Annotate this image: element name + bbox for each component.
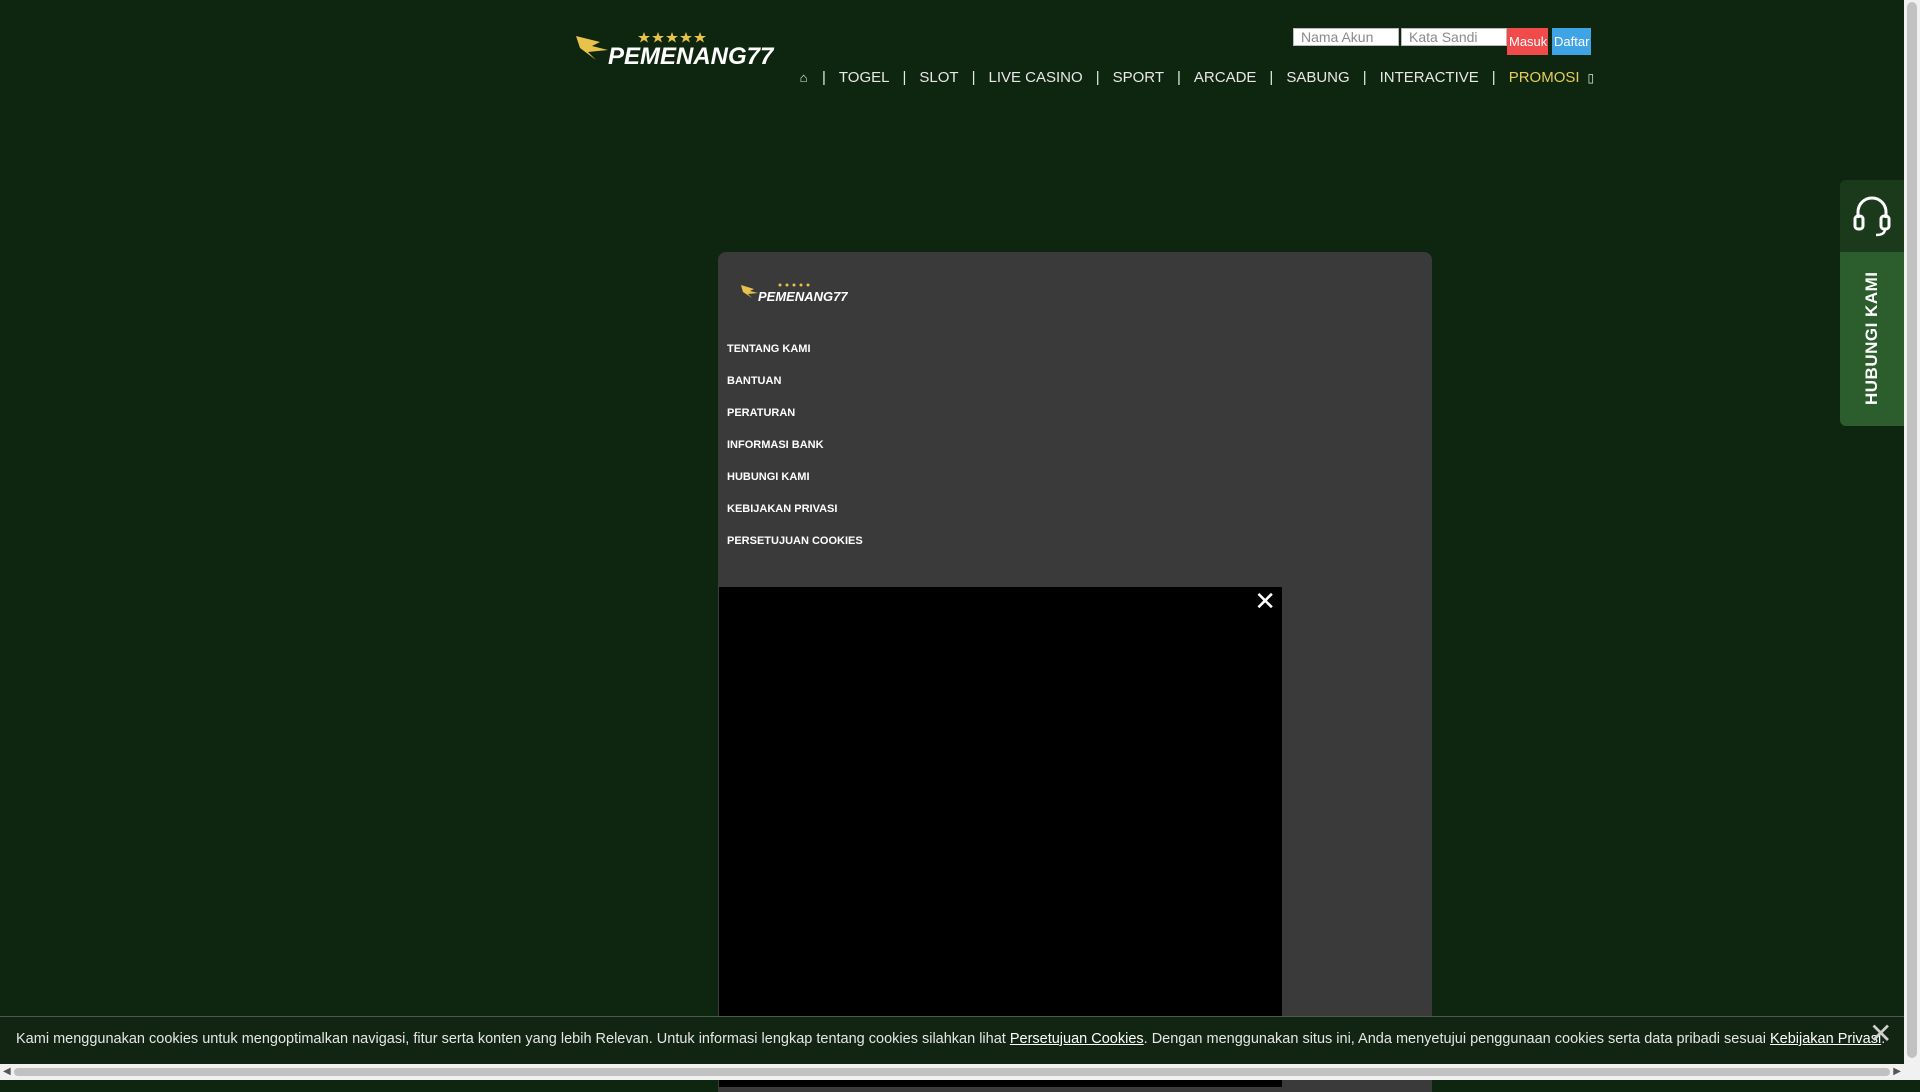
home-icon[interactable]: ⌂	[798, 70, 809, 85]
nav-separator: |	[971, 69, 976, 86]
site-logo[interactable]: PEMENANG77	[574, 30, 806, 70]
scroll-left-icon[interactable]: ◀	[3, 1066, 11, 1077]
panel-logo-graphic: PEMENANG77	[741, 283, 848, 304]
nav-item-slot[interactable]: SLOT	[919, 69, 958, 86]
panel-logo: PEMENANG77	[740, 282, 864, 304]
cookie-text: Kami menggunakan cookies untuk mengoptim…	[16, 1031, 1885, 1047]
username-input[interactable]	[1293, 28, 1399, 46]
menu-item-informasi-bank[interactable]: INFORMASI BANK	[727, 438, 863, 470]
svg-text:PEMENANG77: PEMENANG77	[608, 43, 775, 70]
privacy-policy-link[interactable]: Kebijakan Privasi	[1770, 1031, 1881, 1047]
video-overlay[interactable]: ✕	[719, 587, 1282, 1087]
headset-icon[interactable]	[1840, 180, 1904, 252]
nav-item-arcade[interactable]: ARCADE	[1194, 69, 1257, 86]
nav-separator: |	[1269, 69, 1274, 86]
nav-item-sport[interactable]: SPORT	[1113, 69, 1164, 86]
close-icon[interactable]: ✕	[1254, 588, 1276, 614]
nav-item-interactive[interactable]: INTERACTIVE	[1380, 69, 1479, 86]
vertical-scrollbar[interactable]	[1904, 0, 1920, 1080]
nav-separator: |	[902, 69, 907, 86]
nav-separator: |	[1095, 69, 1100, 86]
menu-item-peraturan[interactable]: PERATURAN	[727, 406, 863, 438]
login-button[interactable]: Masuk	[1507, 28, 1548, 55]
menu-item-persetujuan-cookies[interactable]: PERSETUJUAN COOKIES	[727, 534, 863, 566]
contact-label: HUBUNGI KAMI	[1862, 271, 1881, 406]
contact-tab[interactable]: HUBUNGI KAMI	[1840, 252, 1904, 426]
nav-item-sabung[interactable]: SABUNG	[1286, 69, 1349, 86]
register-button[interactable]: Daftar	[1552, 28, 1591, 55]
login-form: Masuk Daftar	[1293, 28, 1591, 55]
gift-icon[interactable]: ▯	[1588, 71, 1595, 85]
nav-separator: |	[1362, 69, 1367, 86]
menu-item-hubungi-kami[interactable]: HUBUNGI KAMI	[727, 470, 863, 502]
password-input[interactable]	[1401, 28, 1507, 46]
menu-item-tentang-kami[interactable]: TENTANG KAMI	[727, 342, 863, 374]
cookie-consent-link[interactable]: Persetujuan Cookies	[1010, 1031, 1144, 1047]
horizontal-scrollbar[interactable]: ◀ ▶	[0, 1064, 1904, 1080]
menu-item-kebijakan-privasi[interactable]: KEBIJAKAN PRIVASI	[727, 502, 863, 534]
logo-graphic: PEMENANG77	[576, 32, 775, 70]
horizontal-scroll-thumb[interactable]	[14, 1068, 1890, 1076]
contact-widget[interactable]: HUBUNGI KAMI	[1840, 180, 1904, 426]
cookie-text-middle: . Dengan menggunakan situs ini, Anda men…	[1143, 1031, 1770, 1047]
nav-separator: |	[822, 69, 826, 86]
main-nav: ⌂ | TOGEL | SLOT | LIVE CASINO | SPORT |…	[798, 69, 1595, 86]
vertical-scroll-thumb[interactable]	[1907, 2, 1917, 1058]
nav-separator: |	[1491, 69, 1496, 86]
nav-item-live-casino[interactable]: LIVE CASINO	[988, 69, 1082, 86]
nav-item-togel[interactable]: TOGEL	[839, 69, 890, 86]
scroll-right-icon[interactable]: ▶	[1893, 1066, 1901, 1077]
menu-item-bantuan[interactable]: BANTUAN	[727, 374, 863, 406]
close-icon[interactable]: ✕	[1869, 1017, 1892, 1050]
cookie-text-before: Kami menggunakan cookies untuk mengoptim…	[16, 1031, 1010, 1047]
nav-separator: |	[1177, 69, 1181, 86]
nav-item-promosi[interactable]: PROMOSI	[1509, 69, 1580, 86]
panel-menu: TENTANG KAMI BANTUAN PERATURAN INFORMASI…	[727, 342, 863, 566]
svg-text:PEMENANG77: PEMENANG77	[758, 289, 848, 304]
